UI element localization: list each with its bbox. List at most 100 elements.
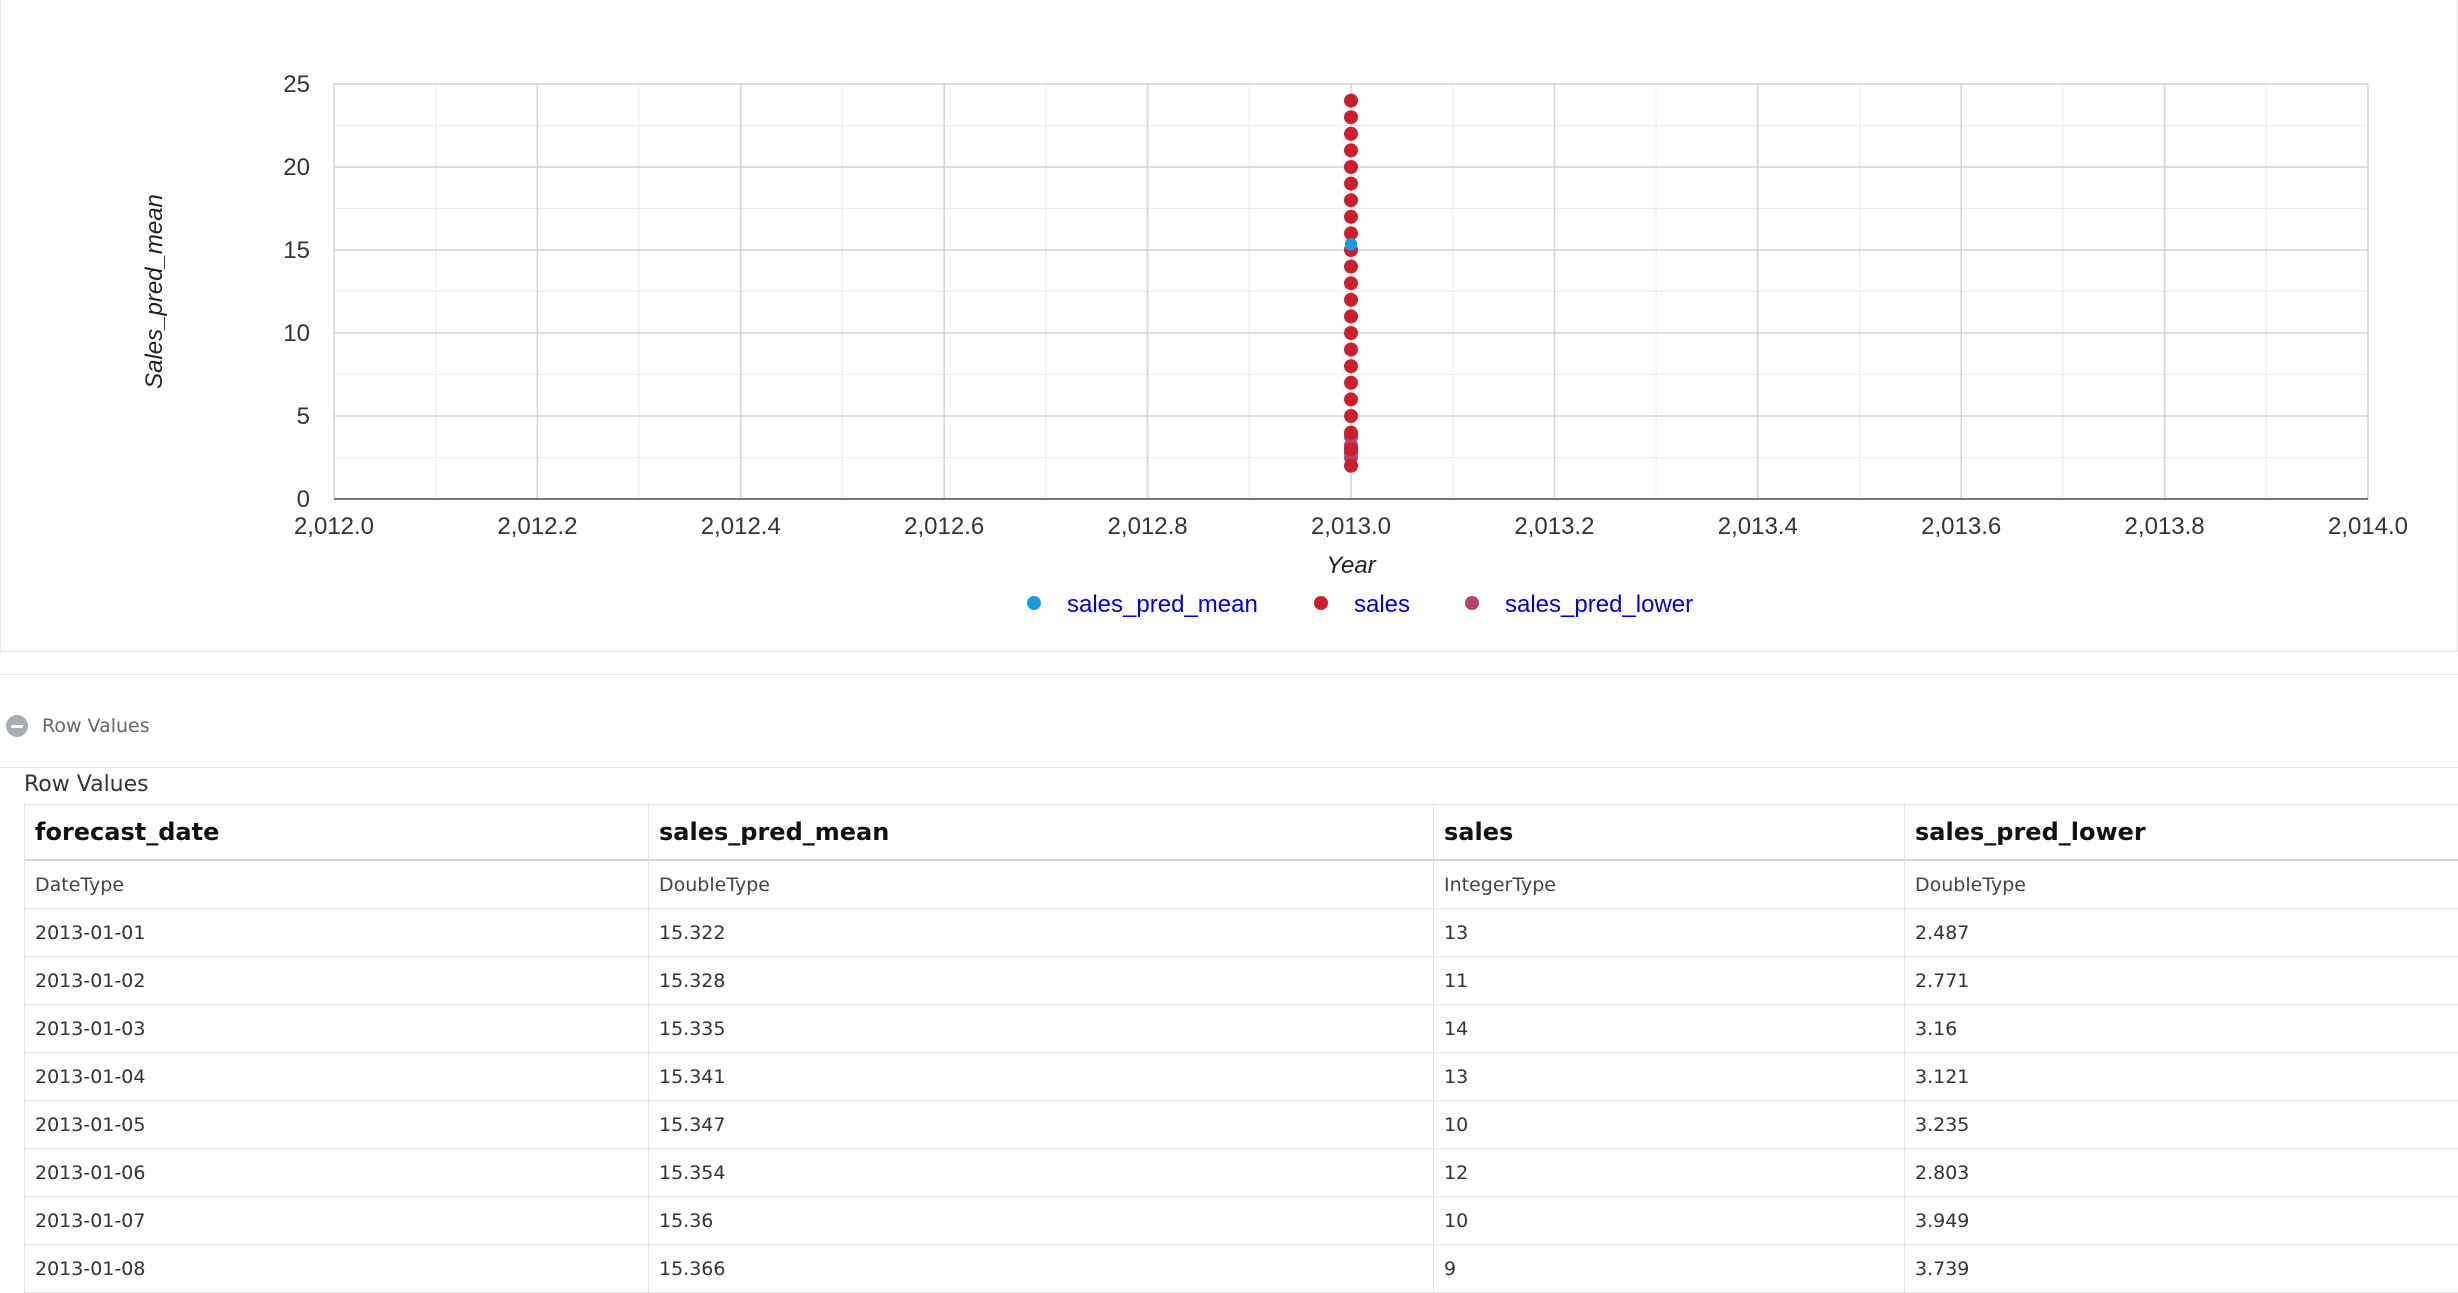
- table-cell: 14: [1434, 1005, 1905, 1053]
- x-tick-label: 2,012.2: [497, 513, 577, 540]
- column-type: DateType: [25, 860, 649, 909]
- data-point-sales[interactable]: [1344, 459, 1358, 473]
- panel-divider: [0, 674, 2458, 675]
- data-point-sales[interactable]: [1344, 359, 1358, 373]
- table-cell: 2.771: [1905, 957, 2458, 1005]
- table-cell: 15.347: [649, 1101, 1434, 1149]
- data-point-sales[interactable]: [1344, 442, 1358, 456]
- x-tick-label: 2,014.0: [2328, 513, 2408, 540]
- table-cell: 3.949: [1905, 1197, 2458, 1245]
- table-cell: 9: [1434, 1245, 1905, 1293]
- legend-marker-sales[interactable]: [1314, 596, 1328, 610]
- table-row: 2013-01-0715.36103.949: [25, 1197, 2458, 1245]
- legend-marker-sales-pred-mean[interactable]: [1027, 596, 1041, 610]
- data-point-sales[interactable]: [1344, 426, 1358, 440]
- table-cell: 2013-01-03: [25, 1005, 649, 1053]
- table-cell: 13: [1434, 1053, 1905, 1101]
- data-point-sales[interactable]: [1344, 210, 1358, 224]
- x-tick-label: 2,013.8: [2125, 513, 2205, 540]
- legend-label-sales-pred-lower[interactable]: sales_pred_lower: [1505, 591, 1693, 618]
- table-cell: 15.36: [649, 1197, 1434, 1245]
- section-title: Row Values: [42, 715, 150, 737]
- table-cell: 15.354: [649, 1149, 1434, 1197]
- table-cell: 10: [1434, 1197, 1905, 1245]
- table-cell: 11: [1434, 957, 1905, 1005]
- table-title: Row Values: [24, 767, 149, 803]
- table-cell: 15.328: [649, 957, 1434, 1005]
- row-values-table: forecast_datesales_pred_meansalessales_p…: [24, 804, 2458, 1293]
- x-tick-label: 2,012.6: [904, 513, 984, 540]
- x-tick-label: 2,012.4: [701, 513, 781, 540]
- table-cell: 13: [1434, 909, 1905, 957]
- table-row: 2013-01-0115.322132.487: [25, 909, 2458, 957]
- row-values-section-header[interactable]: Row Values: [6, 712, 150, 740]
- table-cell: 2013-01-06: [25, 1149, 649, 1197]
- table-header-row: forecast_datesales_pred_meansalessales_p…: [25, 805, 2458, 861]
- data-point-sales[interactable]: [1344, 276, 1358, 290]
- data-point-sales[interactable]: [1344, 177, 1358, 191]
- column-type: IntegerType: [1434, 860, 1905, 909]
- column-header-sales-pred-mean[interactable]: sales_pred_mean: [649, 805, 1434, 861]
- table-cell: 15.366: [649, 1245, 1434, 1293]
- collapse-icon[interactable]: [6, 715, 28, 737]
- data-point-sales[interactable]: [1344, 309, 1358, 323]
- table-cell: 2013-01-04: [25, 1053, 649, 1101]
- section-divider: [0, 767, 2458, 768]
- legend-label-sales[interactable]: sales: [1354, 591, 1410, 618]
- data-point-sales[interactable]: [1344, 110, 1358, 124]
- table-cell: 3.121: [1905, 1053, 2458, 1101]
- legend-marker-sales-pred-lower[interactable]: [1465, 596, 1479, 610]
- data-point-sales[interactable]: [1344, 293, 1358, 307]
- table-cell: 2.803: [1905, 1149, 2458, 1197]
- x-tick-label: 2,012.0: [294, 513, 374, 540]
- data-point-sales[interactable]: [1344, 143, 1358, 157]
- y-tick-label: 25: [283, 71, 310, 98]
- y-tick-label: 10: [283, 320, 310, 347]
- x-tick-label: 2,012.8: [1108, 513, 1188, 540]
- table-row: 2013-01-0315.335143.16: [25, 1005, 2458, 1053]
- table-cell: 2013-01-07: [25, 1197, 649, 1245]
- legend-label-sales-pred-mean[interactable]: sales_pred_mean: [1067, 591, 1258, 618]
- data-point-sales[interactable]: [1344, 343, 1358, 357]
- table-cell: 15.341: [649, 1053, 1434, 1101]
- y-tick-label: 5: [297, 403, 310, 430]
- data-point-sales[interactable]: [1344, 94, 1358, 108]
- table-cell: 3.235: [1905, 1101, 2458, 1149]
- table-row: 2013-01-0215.328112.771: [25, 957, 2458, 1005]
- table-row: 2013-01-0615.354122.803: [25, 1149, 2458, 1197]
- data-point-sales[interactable]: [1344, 127, 1358, 141]
- column-header-sales[interactable]: sales: [1434, 805, 1905, 861]
- data-point-sales[interactable]: [1344, 392, 1358, 406]
- x-tick-label: 2,013.0: [1311, 513, 1391, 540]
- table-cell: 2.487: [1905, 909, 2458, 957]
- data-point-sales[interactable]: [1344, 260, 1358, 274]
- data-point-sales[interactable]: [1344, 193, 1358, 207]
- data-point-sales[interactable]: [1344, 160, 1358, 174]
- x-tick-label: 2,013.6: [1921, 513, 2001, 540]
- data-point-sales-pred-mean[interactable]: [1345, 238, 1357, 250]
- table-cell: 2013-01-02: [25, 957, 649, 1005]
- x-tick-label: 2,013.2: [1514, 513, 1594, 540]
- y-axis-title: Sales_pred_mean: [141, 194, 168, 389]
- data-point-sales[interactable]: [1344, 326, 1358, 340]
- data-point-sales[interactable]: [1344, 376, 1358, 390]
- column-type: DoubleType: [1905, 860, 2458, 909]
- column-header-forecast-date[interactable]: forecast_date: [25, 805, 649, 861]
- table-cell: 2013-01-01: [25, 909, 649, 957]
- table-cell: 12: [1434, 1149, 1905, 1197]
- column-header-sales-pred-lower[interactable]: sales_pred_lower: [1905, 805, 2458, 861]
- table-row: 2013-01-0815.36693.739: [25, 1245, 2458, 1293]
- table-cell: 3.739: [1905, 1245, 2458, 1293]
- table-cell: 2013-01-05: [25, 1101, 649, 1149]
- scatter-chart: 2,012.0 2,012.2 2,012.4 2,012.6 2,012.8 2,013…: [1, 0, 2458, 652]
- table-row: 2013-01-0415.341133.121: [25, 1053, 2458, 1101]
- table-cell: 15.335: [649, 1005, 1434, 1053]
- column-type: DoubleType: [649, 860, 1434, 909]
- type-row: DateTypeDoubleTypeIntegerTypeDoubleType: [25, 860, 2458, 909]
- data-point-sales[interactable]: [1344, 409, 1358, 423]
- table-cell: 10: [1434, 1101, 1905, 1149]
- chart-panel: 2,012.0 2,012.2 2,012.4 2,012.6 2,012.8 2,013…: [0, 0, 2458, 652]
- y-tick-label: 0: [297, 486, 310, 513]
- table-row: 2013-01-0515.347103.235: [25, 1101, 2458, 1149]
- y-tick-label: 20: [283, 154, 310, 181]
